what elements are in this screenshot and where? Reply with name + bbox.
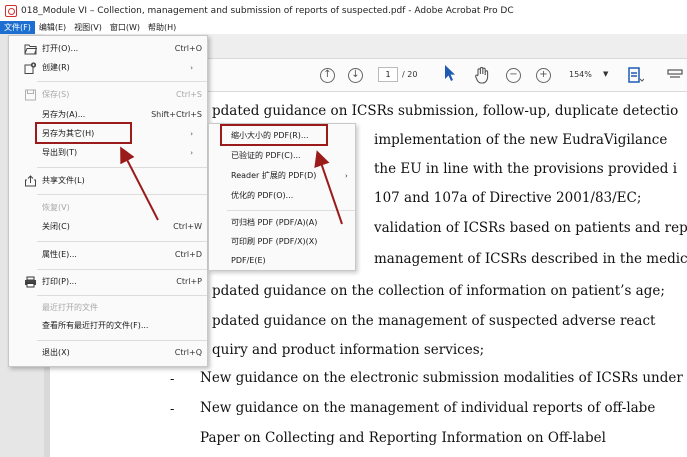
menu-window[interactable]: 窗口(W) xyxy=(106,21,144,34)
submenu-item-pdf-a[interactable]: 可归档 PDF (PDF/A)(A) xyxy=(209,213,357,233)
more-tools-icon[interactable] xyxy=(666,66,684,84)
zoom-in-icon[interactable]: + xyxy=(536,68,551,83)
menu-separator xyxy=(37,340,207,341)
previous-page-icon[interactable]: ↑ xyxy=(320,68,335,83)
print-icon xyxy=(25,276,36,288)
menu-separator xyxy=(37,167,207,168)
bullet-marker: - xyxy=(170,372,175,387)
doc-line: quiry and product information services; xyxy=(212,342,485,358)
menu-item-create[interactable]: 创建(R) › xyxy=(9,59,209,77)
select-cursor-icon[interactable] xyxy=(441,64,459,82)
menu-item-properties[interactable]: 属性(E)... Ctrl+D xyxy=(9,246,209,264)
menu-item-view-all-recent[interactable]: 查看所有最近打开的文件(F)... xyxy=(9,317,209,335)
doc-line: the EU in line with the provisions provi… xyxy=(374,161,678,177)
doc-line: Paper on Collecting and Reporting Inform… xyxy=(200,430,606,446)
submenu-item-pdf-e[interactable]: PDF/E(E) xyxy=(209,251,357,271)
chevron-right-icon: › xyxy=(190,64,193,72)
chevron-right-icon: › xyxy=(345,172,348,180)
chevron-right-icon: › xyxy=(190,130,193,138)
title-bar: 018_Module VI – Collection, management a… xyxy=(0,0,687,21)
share-icon xyxy=(25,175,36,187)
doc-line: pdated guidance on ICSRs submission, fol… xyxy=(212,103,679,119)
chevron-right-icon: › xyxy=(190,149,193,157)
menu-separator xyxy=(37,194,207,195)
menu-separator xyxy=(37,81,207,82)
page-total: / 20 xyxy=(402,70,418,79)
menu-item-revert[interactable]: 恢复(V) xyxy=(9,199,209,217)
doc-line: New guidance on the electronic submissio… xyxy=(200,370,683,386)
bullet-marker: - xyxy=(170,402,175,417)
submenu-item-reader-extended-pdf[interactable]: Reader 扩展的 PDF(D) › xyxy=(209,166,357,186)
menu-item-close[interactable]: 关闭(C) Ctrl+W xyxy=(9,218,209,236)
fit-page-icon[interactable] xyxy=(626,66,645,84)
menu-view[interactable]: 视图(V) xyxy=(70,21,106,34)
menu-separator xyxy=(37,295,207,296)
doc-line: implementation of the new EudraVigilance xyxy=(374,132,668,148)
window-title: 018_Module VI – Collection, management a… xyxy=(21,5,514,16)
menu-item-exit[interactable]: 退出(X) Ctrl+Q xyxy=(9,344,209,362)
doc-line: management of ICSRs described in the med… xyxy=(374,251,687,267)
menu-item-export-to[interactable]: 导出到(T) › xyxy=(9,144,209,162)
menu-separator xyxy=(37,269,207,270)
zoom-select[interactable]: 154% ▼ xyxy=(563,67,615,82)
submenu-item-optimized-pdf[interactable]: 优化的 PDF(O)... xyxy=(209,186,357,206)
menu-item-print[interactable]: 打印(P)... Ctrl+P xyxy=(9,273,209,291)
next-page-icon[interactable]: ↓ xyxy=(348,68,363,83)
save-icon xyxy=(25,89,36,101)
menu-item-open[interactable]: 打开(O)... Ctrl+O xyxy=(9,40,209,58)
menu-bar: 文件(F) 编辑(E) 视图(V) 窗口(W) 帮助(H) xyxy=(0,21,687,34)
doc-line: validation of ICSRs based on patients an… xyxy=(374,220,687,236)
doc-line: 107 and 107a of Directive 2001/83/EC; xyxy=(374,190,642,206)
submenu-item-pdf-x[interactable]: 可印刷 PDF (PDF/X)(X) xyxy=(209,232,357,252)
folder-open-icon xyxy=(24,44,37,55)
menu-separator xyxy=(227,210,355,211)
menu-edit[interactable]: 编辑(E) xyxy=(35,21,70,34)
doc-line: pdated guidance on the management of sus… xyxy=(212,313,656,329)
chevron-down-icon: ▼ xyxy=(603,70,609,78)
doc-line: pdated guidance on the collection of inf… xyxy=(212,283,665,299)
file-menu: 打开(O)... Ctrl+O 创建(R) › 保存(S) Ctrl+S 另存为… xyxy=(8,35,208,367)
menu-separator xyxy=(37,241,207,242)
menu-help[interactable]: 帮助(H) xyxy=(144,21,180,34)
menu-item-save[interactable]: 保存(S) Ctrl+S xyxy=(9,86,209,104)
menu-file[interactable]: 文件(F) xyxy=(0,21,35,34)
highlight-box-reduced-size-pdf xyxy=(220,124,328,146)
submenu-item-certified-pdf[interactable]: 已验证的 PDF(C)... xyxy=(209,146,357,166)
create-pdf-icon xyxy=(24,62,37,74)
recent-files-header: 最近打开的文件 xyxy=(42,303,98,312)
hand-tool-icon[interactable] xyxy=(473,66,491,84)
highlight-box-save-as-other xyxy=(35,122,132,144)
zoom-out-icon[interactable]: − xyxy=(506,68,521,83)
acrobat-logo-icon xyxy=(5,4,17,17)
doc-line: New guidance on the management of indivi… xyxy=(200,400,656,416)
menu-item-share-file[interactable]: 共享文件(L) xyxy=(9,172,209,190)
zoom-value: 154% xyxy=(569,70,592,79)
page-number-input[interactable]: 1 xyxy=(378,67,398,82)
